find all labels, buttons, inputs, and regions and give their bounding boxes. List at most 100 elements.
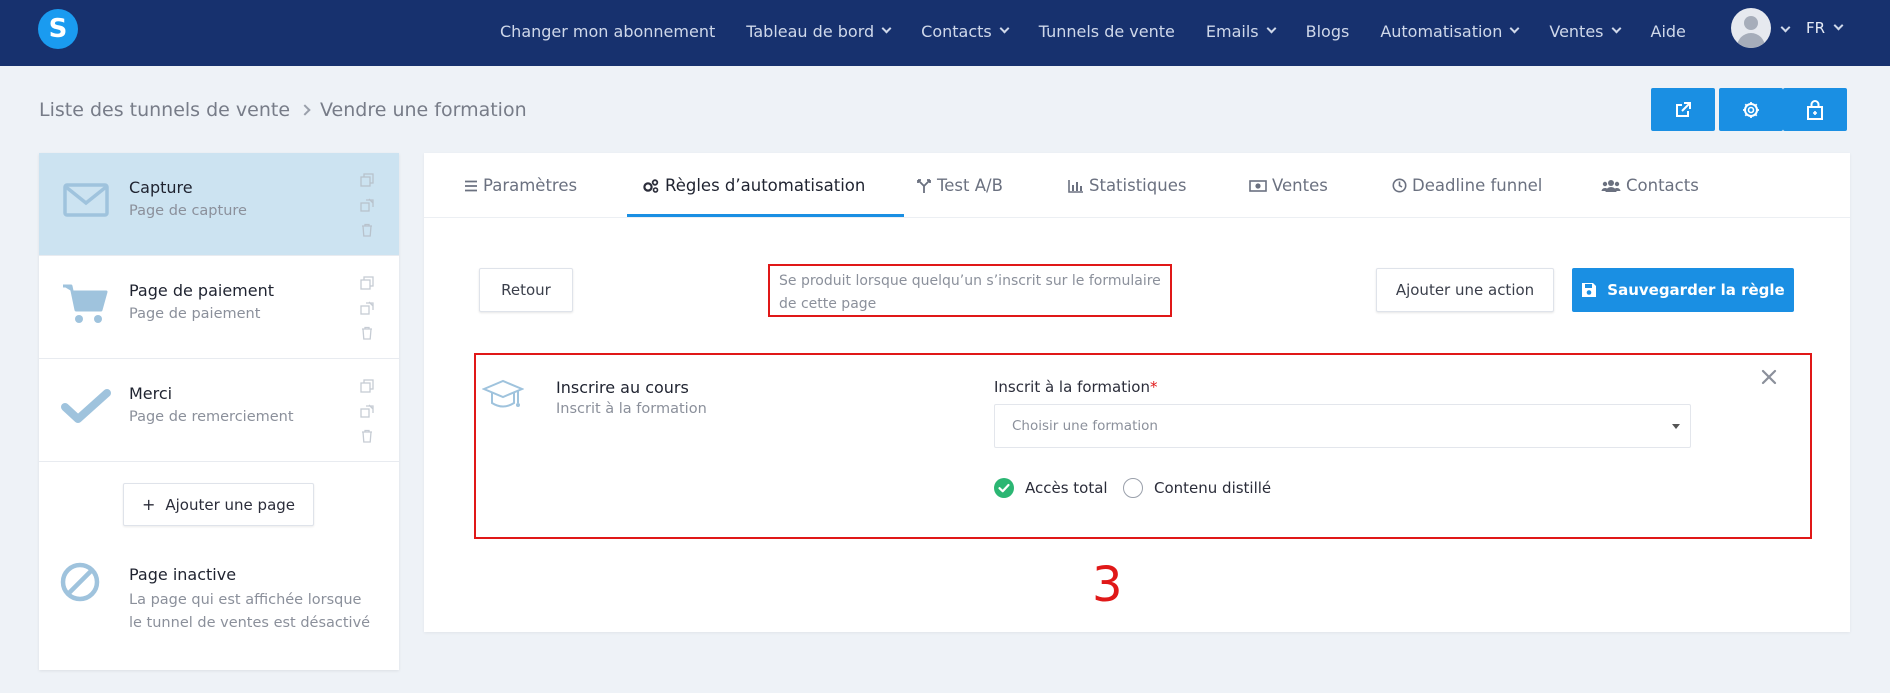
plus-icon: +	[141, 495, 156, 514]
close-icon[interactable]	[1758, 366, 1780, 388]
tab-label: Deadline funnel	[1412, 176, 1543, 195]
breadcrumb-parent-link[interactable]: Liste des tunnels de vente	[39, 99, 290, 121]
settings-button[interactable]	[1719, 88, 1783, 131]
language-label: FR	[1806, 19, 1826, 37]
nav-item-aide[interactable]: Aide	[1651, 22, 1686, 41]
tab-contacts[interactable]: Contacts	[1601, 153, 1699, 218]
trash-icon[interactable]	[360, 429, 374, 443]
page-title: Capture	[129, 178, 193, 197]
tab-label: Test A/B	[937, 176, 1003, 195]
pages-sidebar: Capture Page de capture Page de paiement…	[39, 153, 399, 670]
bar-chart-icon	[1068, 179, 1083, 193]
tab-label: Règles d’automatisation	[665, 176, 866, 195]
tab-ventes[interactable]: Ventes	[1249, 153, 1328, 218]
nav-item-automatisation[interactable]: Automatisation	[1380, 22, 1520, 41]
back-button[interactable]: Retour	[479, 268, 573, 312]
nav-item-ventes[interactable]: Ventes	[1549, 21, 1621, 41]
tab-deadline-funnel[interactable]: Deadline funnel	[1392, 153, 1542, 218]
graduation-cap-icon	[482, 379, 524, 408]
action-card: Inscrire au cours Inscrit à la formation…	[474, 353, 1812, 539]
split-icon	[917, 178, 931, 193]
copy-icon[interactable]	[360, 379, 374, 393]
tab-statistiques[interactable]: Statistiques	[1068, 153, 1186, 218]
shopping-bag-icon	[1807, 99, 1823, 120]
inactive-page-title[interactable]: Page inactive	[129, 565, 236, 584]
external-link-icon	[1676, 101, 1691, 117]
nav-label: Blogs	[1305, 21, 1350, 41]
course-select[interactable]: Choisir une formation	[994, 404, 1691, 448]
trash-icon[interactable]	[360, 223, 374, 237]
active-tab-indicator	[627, 214, 904, 217]
chevron-down-icon	[1833, 20, 1844, 31]
breadcrumb: Liste des tunnels de vente Vendre une fo…	[39, 99, 527, 121]
page-actions	[360, 276, 378, 351]
sidebar-page-merci[interactable]: Merci Page de remerciement	[39, 359, 399, 462]
tab-test-ab[interactable]: Test A/B	[916, 153, 1003, 218]
back-button-label: Retour	[501, 281, 551, 299]
nav-label: Changer mon abonnement	[500, 21, 716, 41]
clone-icon[interactable]	[360, 198, 374, 212]
user-avatar[interactable]	[1731, 8, 1771, 48]
check-icon	[998, 483, 1010, 493]
clock-icon	[1392, 178, 1407, 193]
users-icon	[1601, 179, 1621, 192]
required-mark: *	[1149, 378, 1158, 396]
access-total-radio[interactable]	[994, 478, 1014, 498]
nav-label: Aide	[1650, 21, 1686, 41]
chevron-down-icon	[1266, 23, 1277, 34]
page-subtitle: Page de paiement	[129, 306, 261, 322]
page-actions	[360, 379, 378, 454]
add-page-button[interactable]: + Ajouter une page	[123, 483, 314, 526]
trash-icon[interactable]	[360, 326, 374, 340]
rule-trigger-description: Se produit lorsque quelqu’un s’inscrit s…	[768, 264, 1172, 317]
nav-item-blogs[interactable]: Blogs	[1306, 22, 1350, 41]
chevron-right-icon	[299, 104, 311, 116]
contenu-distille-label[interactable]: Contenu distillé	[1154, 479, 1271, 497]
tab-parametres[interactable]: Paramètres	[464, 153, 577, 218]
shop-button[interactable]	[1783, 88, 1847, 131]
nav-item-contacts[interactable]: Contacts	[921, 22, 1010, 41]
nav-label: Tunnels de vente	[1038, 21, 1175, 41]
gears-icon	[643, 178, 659, 193]
action-subtitle: Inscrit à la formation	[556, 401, 707, 417]
user-menu-chevron-icon[interactable]	[1780, 22, 1791, 33]
course-select-placeholder: Choisir une formation	[1012, 418, 1158, 434]
tab-label: Paramètres	[483, 176, 578, 195]
copy-icon[interactable]	[360, 276, 374, 290]
nav-label: Emails	[1205, 21, 1259, 41]
add-action-label: Ajouter une action	[1395, 281, 1535, 299]
app-logo[interactable]: S	[38, 9, 78, 49]
field-label-text: Inscrit à la formation	[994, 378, 1150, 396]
copy-icon[interactable]	[360, 173, 374, 187]
action-title: Inscrire au cours	[556, 378, 689, 397]
checkmark-icon	[61, 389, 111, 423]
clone-icon[interactable]	[360, 301, 374, 315]
nav-item-tunnels-de-vente[interactable]: Tunnels de vente	[1039, 22, 1175, 41]
chevron-down-icon	[1509, 23, 1520, 34]
nav-item-changer-abonnement[interactable]: Changer mon abonnement	[500, 22, 715, 41]
nav-item-tableau-de-bord[interactable]: Tableau de bord	[746, 21, 892, 41]
tab-label: Contacts	[1626, 176, 1699, 195]
chevron-down-icon	[999, 23, 1010, 34]
add-action-button[interactable]: Ajouter une action	[1376, 268, 1554, 312]
course-field-label: Inscrit à la formation*	[994, 378, 1157, 396]
access-total-label[interactable]: Accès total	[1025, 479, 1108, 497]
contenu-distille-radio[interactable]	[1123, 478, 1143, 498]
clone-icon[interactable]	[360, 404, 374, 418]
sidebar-page-paiement[interactable]: Page de paiement Page de paiement	[39, 256, 399, 359]
nav-item-emails[interactable]: Emails	[1205, 21, 1277, 41]
tab-label: Ventes	[1272, 176, 1328, 195]
open-external-button[interactable]	[1651, 88, 1715, 131]
language-selector[interactable]: FR	[1806, 19, 1844, 37]
tab-regles-automatisation[interactable]: Règles d’automatisation	[642, 153, 865, 218]
nav-label: Tableau de bord	[746, 21, 875, 41]
top-navbar: S Changer mon abonnement Tableau de bord…	[0, 0, 1890, 66]
dropdown-arrow-icon	[1672, 424, 1680, 429]
save-rule-button[interactable]: Sauvegarder la règle	[1572, 268, 1794, 312]
page-title: Merci	[129, 384, 173, 403]
nav-label: Ventes	[1549, 21, 1604, 41]
avatar-head	[1744, 16, 1758, 30]
sidebar-page-capture[interactable]: Capture Page de capture	[39, 153, 399, 256]
page-subtitle: Page de capture	[129, 203, 247, 219]
envelope-icon	[63, 183, 109, 217]
